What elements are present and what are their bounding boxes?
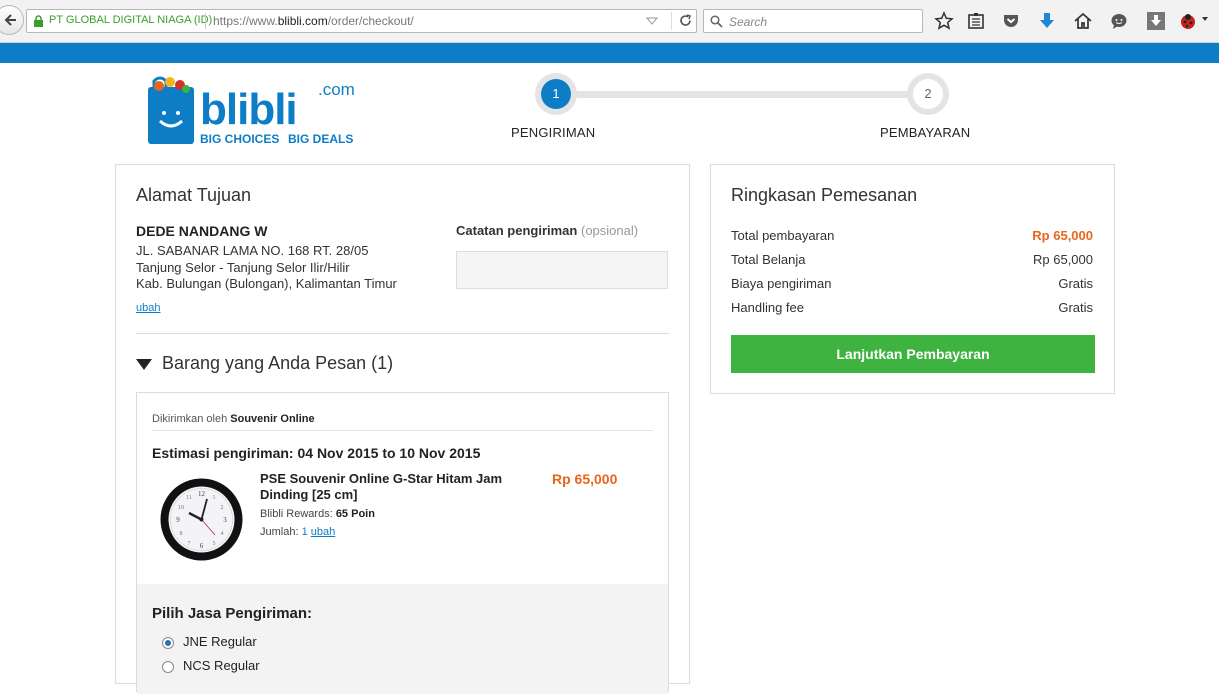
summary-title: Ringkasan Pemesanan	[731, 185, 918, 205]
product-name[interactable]: PSE Souvenir Online G-Star Hitam Jam Din…	[260, 471, 520, 503]
logo-tagline-1: BIG CHOICES	[200, 132, 279, 146]
svg-text:6: 6	[200, 542, 204, 550]
summary-total-payment-label: Total pembayaran	[731, 228, 835, 243]
svg-text:1: 1	[213, 495, 216, 501]
url-domain: blibli.com	[277, 14, 328, 28]
summary-handling-fee-label: Handling fee	[731, 300, 804, 315]
svg-text:3: 3	[223, 516, 227, 524]
summary-shipping-cost-value: Gratis	[1058, 276, 1093, 291]
step-progress-line	[556, 91, 928, 98]
back-arrow-icon	[4, 14, 16, 26]
address-line-2: Tanjung Selor - Tanjung Selor Ilir/Hilir	[136, 260, 350, 275]
back-button[interactable]	[0, 5, 24, 35]
collapse-triangle-icon[interactable]	[136, 359, 152, 370]
logo-suffix-text: .com	[318, 80, 355, 99]
svg-text:10: 10	[178, 505, 184, 511]
reload-icon	[680, 14, 691, 26]
step-2-circle: 2	[907, 73, 949, 115]
seller-info: Dikirimkan oleh Souvenir Online	[152, 413, 315, 425]
shipping-option-ncs-radio[interactable]	[162, 661, 174, 673]
address-title: Alamat Tujuan	[136, 185, 252, 205]
svg-text:11: 11	[186, 495, 192, 501]
svg-text:8: 8	[180, 531, 183, 537]
url-text[interactable]: https://www.blibli.com/order/checkout/	[213, 14, 414, 28]
recipient-name: DEDE NANDANG W	[136, 223, 268, 239]
step-2-label: PEMBAYARAN	[880, 125, 971, 140]
summary-shipping-cost-label: Biaya pengiriman	[731, 276, 832, 291]
summary-total-shopping-value: Rp 65,000	[1033, 252, 1093, 267]
svg-text:7: 7	[188, 541, 191, 547]
summary-handling-fee-value: Gratis	[1058, 300, 1093, 315]
checkout-main-panel: Alamat Tujuan DEDE NANDANG W JL. SABANAR…	[115, 164, 690, 694]
dropdown-icon[interactable]	[646, 15, 658, 27]
svg-text:5: 5	[213, 541, 216, 547]
url-separator	[205, 13, 206, 29]
continue-payment-button[interactable]: Lanjutkan Pembayaran	[731, 335, 1095, 373]
bookmark-star-icon[interactable]	[934, 11, 954, 31]
delivery-notes-label: Catatan pengiriman (opsional)	[456, 223, 638, 238]
site-top-bar	[0, 43, 1219, 63]
address-line-1: JL. SABANAR LAMA NO. 168 RT. 28/05	[136, 243, 369, 258]
pocket-icon[interactable]	[1001, 11, 1021, 31]
url-bar[interactable]: PT GLOBAL DIGITAL NIAGA (ID) https://www…	[26, 9, 697, 33]
lock-icon	[34, 15, 43, 27]
logo-tagline-2: BIG DEALS	[288, 132, 353, 146]
step-1-circle: 1	[535, 73, 577, 115]
quantity-value: 1	[301, 526, 308, 538]
rewards-info: Blibli Rewards: 65 Poin	[260, 508, 375, 520]
addon-menu-arrow-icon[interactable]	[1201, 15, 1209, 23]
delivery-estimate: Estimasi pengiriman: 04 Nov 2015 to 10 N…	[152, 445, 481, 461]
ordered-items-title[interactable]: Barang yang Anda Pesan (1)	[162, 353, 393, 374]
home-icon[interactable]	[1073, 11, 1093, 31]
reload-button[interactable]	[671, 12, 697, 30]
svg-text:2: 2	[221, 505, 224, 511]
notes-optional-text: (opsional)	[580, 223, 639, 238]
blibli-logo[interactable]: blibli .com BIG CHOICES BIG DEALS	[146, 73, 356, 148]
svg-text:12: 12	[198, 490, 206, 498]
shipping-option-jne-radio[interactable]	[162, 637, 174, 649]
shipping-method-title: Pilih Jasa Pengiriman:	[152, 605, 313, 622]
download-icon[interactable]	[1037, 11, 1057, 31]
summary-total-payment-value: Rp 65,000	[1032, 228, 1093, 243]
rewards-label: Blibli Rewards:	[260, 508, 333, 520]
seller-prefix: Dikirimkan oleh	[152, 413, 228, 425]
search-icon	[710, 15, 723, 28]
shipping-option-jne-label[interactable]: JNE Regular	[183, 634, 257, 649]
search-bar[interactable]: Search	[703, 9, 923, 33]
reading-list-icon[interactable]	[966, 11, 986, 31]
delivery-notes-input[interactable]	[456, 251, 668, 289]
downloads-box-icon[interactable]	[1146, 11, 1166, 31]
product-image-wall-clock[interactable]: 12 3 6 9 1 2 4 5 7 8 10 11	[159, 477, 244, 562]
browser-toolbar: PT GLOBAL DIGITAL NIAGA (ID) https://www…	[0, 0, 1219, 43]
seller-name: Souvenir Online	[230, 413, 315, 425]
notes-label-text: Catatan pengiriman	[456, 223, 578, 238]
address-line-3: Kab. Bulungan (Bulongan), Kalimantan Tim…	[136, 276, 397, 291]
item-divider	[152, 430, 653, 431]
rewards-value: 65 Poin	[335, 508, 375, 520]
site-identity[interactable]: PT GLOBAL DIGITAL NIAGA (ID)	[49, 14, 212, 26]
url-path: /order/checkout/	[327, 14, 414, 28]
shipping-method-section: Pilih Jasa Pengiriman: JNE Regular NCS R…	[137, 584, 668, 694]
quantity-info: Jumlah: 1 ubah	[260, 526, 335, 538]
product-price: Rp 65,000	[552, 471, 618, 487]
url-prefix: https://www.	[213, 14, 278, 28]
svg-text:9: 9	[176, 516, 180, 524]
order-summary-panel: Ringkasan Pemesanan Total pembayaran Rp …	[710, 164, 1115, 394]
logo-brand-text: blibli	[200, 85, 297, 134]
step-2-number: 2	[913, 79, 943, 109]
summary-total-shopping-label: Total Belanja	[731, 252, 806, 267]
step-1-label: PENGIRIMAN	[511, 125, 596, 140]
section-divider	[136, 333, 669, 334]
order-item-box: Dikirimkan oleh Souvenir Online Estimasi…	[136, 392, 669, 694]
shipping-option-ncs-label[interactable]: NCS Regular	[183, 658, 260, 673]
search-placeholder: Search	[729, 15, 768, 29]
addon-ladybug-icon[interactable]	[1179, 11, 1199, 31]
svg-text:4: 4	[221, 531, 224, 537]
step-1-number: 1	[541, 79, 571, 109]
quantity-label: Jumlah:	[260, 526, 299, 538]
change-address-link[interactable]: ubah	[136, 302, 160, 314]
change-quantity-link[interactable]: ubah	[311, 526, 335, 538]
chat-icon[interactable]	[1109, 11, 1129, 31]
